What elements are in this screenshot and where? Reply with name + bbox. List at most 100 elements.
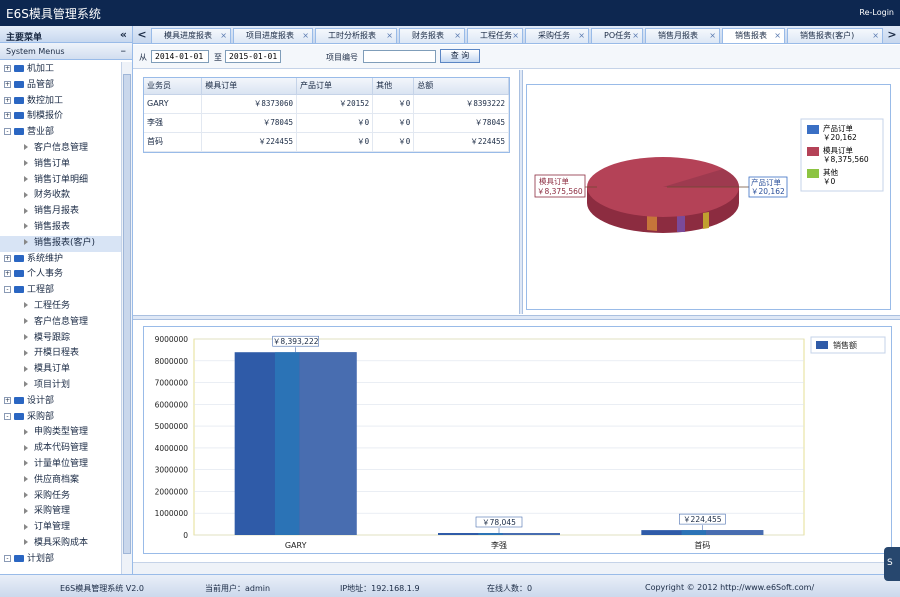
tab[interactable]: PO任务 × [591, 28, 643, 43]
tree-item[interactable]: 申购类型管理 [0, 425, 121, 441]
tree-folder[interactable]: + 数控加工 [0, 94, 121, 110]
tree-item[interactable]: 客户信息管理 [0, 141, 121, 157]
close-icon[interactable]: × [709, 29, 716, 43]
column-header[interactable]: 产品订单 [296, 78, 374, 95]
minus-icon[interactable]: – [121, 44, 127, 57]
tree-folder[interactable]: - 工程部 [0, 283, 121, 299]
tab[interactable]: 工程任务 × [467, 28, 523, 43]
tree-folder[interactable]: + 制模报价 [0, 109, 121, 125]
tab[interactable]: 销售报表 × [722, 28, 785, 43]
tree-item[interactable]: 供应商档案 [0, 473, 121, 489]
tree-folder[interactable]: - 采购部 [0, 410, 121, 426]
column-header[interactable]: 业务员 [144, 78, 203, 95]
tab[interactable]: 销售月报表 × [645, 28, 720, 43]
tree-folder[interactable]: - 营业部 [0, 125, 121, 141]
main-hscrollbar[interactable] [133, 562, 900, 574]
tree-item[interactable]: 销售月报表 [0, 204, 121, 220]
tree-item[interactable]: 销售订单明细 [0, 173, 121, 189]
x-tick-label: 李强 [491, 540, 507, 550]
tree-folder[interactable]: + 个人事务 [0, 267, 121, 283]
vertical-splitter[interactable] [519, 70, 523, 314]
tab[interactable]: 模具进度报表 × [151, 28, 231, 43]
scrollbar-thumb[interactable] [123, 74, 131, 554]
status-system: E6S模具管理系统 V2.0 [60, 584, 144, 593]
tree-item[interactable]: 模具订单 [0, 362, 121, 378]
column-header[interactable]: 总额 [413, 78, 509, 95]
table-row[interactable]: 李强 ￥78045 ￥0 ￥0 ￥78045 [144, 113, 509, 133]
tree-item[interactable]: 销售报表(客户) [0, 235, 121, 252]
tree-item[interactable]: 成本代码管理 [0, 441, 121, 457]
y-tick-label: 0 [183, 531, 188, 540]
expand-node-icon[interactable]: + [4, 270, 11, 278]
tree-item[interactable]: 工程任务 [0, 299, 121, 315]
close-icon[interactable]: × [302, 29, 309, 43]
tree-label: 模具采购成本 [34, 537, 89, 548]
tree-folder[interactable]: + 系统维护 [0, 252, 121, 268]
collapse-node-icon[interactable]: - [4, 128, 11, 136]
sidebar-scrollbar[interactable] [121, 62, 132, 587]
tab-label: 销售月报表 [658, 31, 698, 40]
main-area: < > 模具进度报表 × 项目进度报表 × 工时分析报表 × 财务报表 × 工程任务 × 采购任务 ×… [133, 26, 900, 574]
expand-node-icon[interactable]: + [4, 112, 11, 120]
expand-node-icon[interactable]: + [4, 254, 11, 262]
collapse-node-icon[interactable]: - [4, 286, 11, 294]
data-label: ￥224,455 [683, 515, 722, 524]
close-icon[interactable]: × [578, 29, 585, 43]
tab-next-icon[interactable]: > [886, 28, 898, 42]
tree-item[interactable]: 开模日程表 [0, 346, 121, 362]
tab[interactable]: 工时分析报表 × [315, 28, 397, 43]
table-row[interactable]: 首码 ￥224455 ￥0 ￥0 ￥224455 [144, 132, 509, 152]
tree-folder[interactable]: + 机加工 [0, 62, 121, 78]
tree-item[interactable]: 模号跟踪 [0, 331, 121, 347]
close-icon[interactable]: × [512, 29, 519, 43]
close-icon[interactable]: × [386, 29, 393, 43]
tree-label: 采购管理 [34, 506, 71, 517]
tree-item[interactable]: 模具采购成本 [0, 536, 121, 552]
collapse-node-icon[interactable]: - [4, 412, 11, 420]
tree-item[interactable]: 客户信息管理 [0, 315, 121, 331]
collapse-icon[interactable]: « [120, 28, 127, 41]
project-input[interactable] [363, 50, 436, 63]
tree-label: 销售订单明细 [34, 174, 89, 185]
tab[interactable]: 财务报表 × [399, 28, 465, 43]
column-header[interactable]: 模具订单 [201, 78, 297, 95]
close-icon[interactable]: × [632, 29, 639, 43]
tree-item[interactable]: 采购任务 [0, 489, 121, 505]
close-icon[interactable]: × [774, 29, 781, 43]
tab[interactable]: 项目进度报表 × [233, 28, 313, 43]
tree-folder[interactable]: + 品管部 [0, 78, 121, 94]
close-icon[interactable]: × [872, 29, 879, 43]
expand-node-icon[interactable]: + [4, 96, 11, 104]
table-row[interactable]: GARY ￥8373060 ￥20152 ￥0 ￥8393222 [144, 94, 509, 114]
close-icon[interactable]: × [454, 29, 461, 43]
expand-node-icon[interactable]: + [4, 396, 11, 404]
tree-item[interactable]: 项目计划 [0, 378, 121, 394]
tree-item[interactable]: 订单管理 [0, 520, 121, 536]
tree-folder[interactable]: - 计划部 [0, 552, 121, 568]
collapse-node-icon[interactable]: - [4, 554, 11, 562]
bar-chart: 0 1000000 2000000 3000000 4000000 5000000 6000… [155, 335, 886, 550]
tree-label: 系统维护 [27, 253, 64, 264]
to-date-input[interactable] [225, 50, 281, 63]
dock-icon[interactable]: S [884, 547, 900, 581]
tab[interactable]: 采购任务 × [525, 28, 589, 43]
tree-item[interactable]: 计量单位管理 [0, 457, 121, 473]
column-header[interactable]: 其他 [372, 78, 415, 95]
system-menus-header[interactable]: System Menus – [0, 43, 132, 60]
pie-callout-mold: 模具订单 ￥8,375,560 [534, 174, 586, 198]
tab[interactable]: 销售报表(客户) × [787, 28, 883, 43]
expand-node-icon[interactable]: + [4, 80, 11, 88]
relogin-link[interactable]: Re-Login [859, 8, 894, 17]
status-bar: E6S模具管理系统 V2.0 当前用户：admin IP地址：192.168.1… [0, 574, 900, 597]
expand-node-icon[interactable]: + [4, 65, 11, 72]
close-icon[interactable]: × [220, 29, 227, 43]
from-date-input[interactable] [151, 50, 209, 63]
tab-prev-icon[interactable]: < [136, 28, 148, 42]
horizontal-splitter[interactable] [133, 315, 900, 320]
tree-item[interactable]: 财务收款 [0, 188, 121, 204]
tree-item[interactable]: 销售订单 [0, 157, 121, 173]
tree-item[interactable]: 采购管理 [0, 504, 121, 520]
tree-folder[interactable]: + 设计部 [0, 394, 121, 410]
query-button[interactable]: 查 询 [440, 49, 480, 63]
tree-item[interactable]: 销售报表 [0, 220, 121, 236]
